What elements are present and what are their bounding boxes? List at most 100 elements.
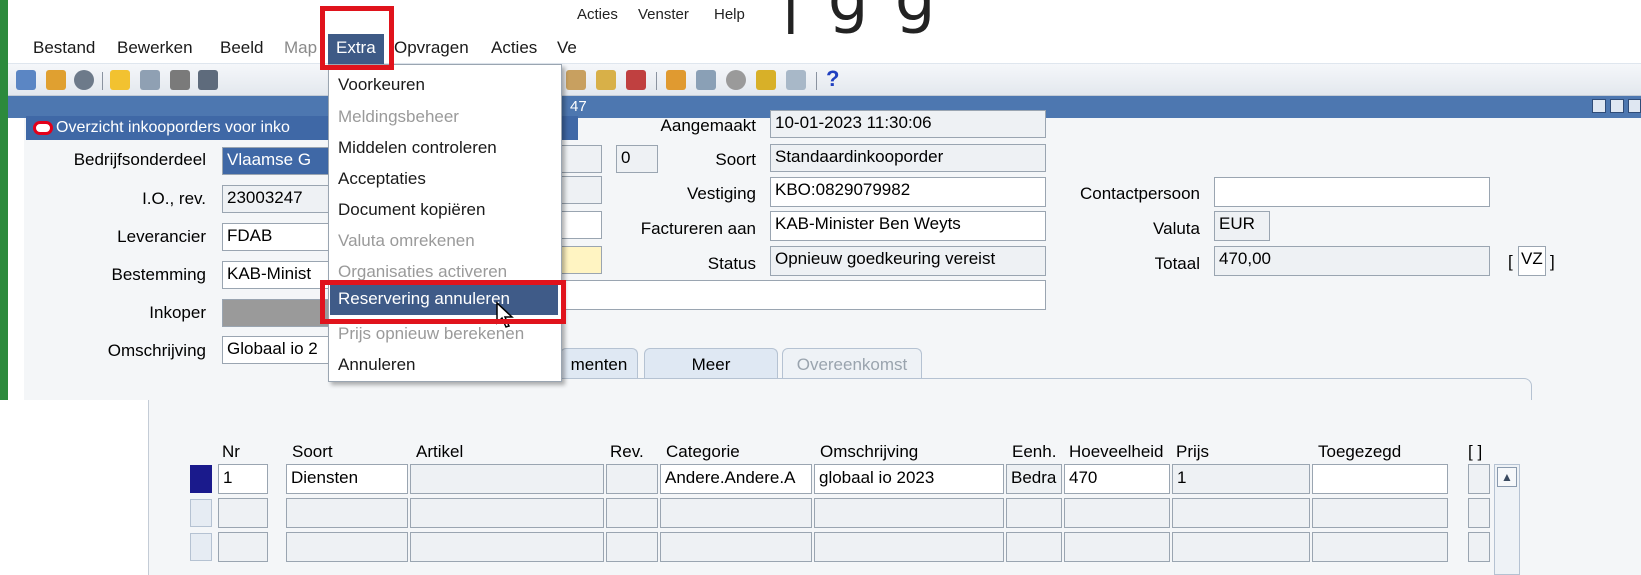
menuitem-document-kopieren[interactable]: Document kopiëren xyxy=(338,200,485,220)
io-field[interactable]: 23003247 xyxy=(222,185,332,213)
cell-eenheid[interactable]: Bedra xyxy=(1006,464,1062,494)
empty-cell[interactable] xyxy=(660,498,812,528)
row-indicator-empty[interactable] xyxy=(190,533,212,561)
row-indicator-empty[interactable] xyxy=(190,499,212,527)
translations-icon[interactable] xyxy=(726,70,746,90)
folder-tools-icon[interactable] xyxy=(786,70,806,90)
empty-cell[interactable] xyxy=(606,498,658,528)
empty-cell[interactable] xyxy=(1468,498,1490,528)
contactpersoon-field[interactable] xyxy=(1214,177,1490,207)
menu-venster[interactable]: Ve xyxy=(557,38,577,58)
bestemming-field[interactable]: KAB-Minist xyxy=(222,261,332,289)
menuitem-valuta-omrekenen[interactable]: Valuta omrekenen xyxy=(338,231,475,251)
empty-cell[interactable] xyxy=(1064,532,1170,562)
save-icon[interactable] xyxy=(110,70,130,90)
tab-content-frame xyxy=(560,378,1532,400)
cell-omschrijving[interactable]: globaal io 2023 xyxy=(814,464,1004,494)
partial-field-3[interactable] xyxy=(560,246,602,274)
close-icon[interactable] xyxy=(1628,99,1641,113)
menu-bestand[interactable]: Bestand xyxy=(33,38,95,58)
attachments-icon[interactable] xyxy=(756,70,776,90)
menuitem-voorkeuren[interactable]: Voorkeuren xyxy=(338,75,425,95)
top-menu-venster[interactable]: Venster xyxy=(638,6,689,23)
print-icon[interactable] xyxy=(170,70,190,90)
menu-bewerken[interactable]: Bewerken xyxy=(117,38,193,58)
leverancier-field[interactable]: FDAB xyxy=(222,223,332,251)
zoom-icon[interactable] xyxy=(696,70,716,90)
menuitem-acceptaties[interactable]: Acceptaties xyxy=(338,169,426,189)
row-indicator[interactable] xyxy=(190,465,212,493)
empty-cell[interactable] xyxy=(606,532,658,562)
totaal-field[interactable]: 470,00 xyxy=(1214,246,1490,276)
vz-field[interactable]: VZ xyxy=(1518,246,1546,276)
cell-prijs[interactable]: 1 xyxy=(1172,464,1310,494)
tab-meer[interactable]: Meer xyxy=(644,348,778,378)
menu-opvragen[interactable]: Opvragen xyxy=(394,38,469,58)
cell-toegezegd[interactable] xyxy=(1312,464,1448,494)
empty-cell[interactable] xyxy=(1172,532,1310,562)
empty-cell[interactable] xyxy=(814,498,1004,528)
empty-cell[interactable] xyxy=(218,498,268,528)
vestiging-field[interactable]: KBO:0829079982 xyxy=(770,177,1046,207)
partial-field-2[interactable] xyxy=(560,211,602,239)
factureren-field[interactable]: KAB-Minister Ben Weyts xyxy=(770,211,1046,241)
bedrijfsonderdeel-field[interactable]: Vlaamse G xyxy=(222,147,332,175)
scroll-up-icon[interactable]: ▲ xyxy=(1497,467,1517,487)
find-icon[interactable] xyxy=(46,70,66,90)
edit-field-icon[interactable] xyxy=(666,70,686,90)
menu-beeld[interactable]: Beeld xyxy=(220,38,263,58)
cell-flex[interactable] xyxy=(1468,464,1490,494)
menuitem-organisaties-activeren[interactable]: Organisaties activeren xyxy=(338,262,507,282)
rev-prefix-field[interactable] xyxy=(560,145,602,173)
empty-cell[interactable] xyxy=(1312,532,1448,562)
new-record-icon[interactable] xyxy=(16,70,36,90)
help-icon[interactable]: ? xyxy=(826,66,839,92)
menu-acties[interactable]: Acties xyxy=(491,38,537,58)
empty-cell[interactable] xyxy=(1312,498,1448,528)
empty-cell[interactable] xyxy=(1006,532,1062,562)
paste-icon[interactable] xyxy=(566,70,586,90)
rev-field[interactable]: 0 xyxy=(616,145,658,173)
close-form-icon[interactable] xyxy=(198,70,218,90)
inkoper-field[interactable] xyxy=(222,299,332,327)
col-nr: Nr xyxy=(222,442,240,461)
edit-icon[interactable] xyxy=(596,70,616,90)
cell-soort[interactable]: Diensten xyxy=(286,464,408,494)
switch-resp-icon[interactable] xyxy=(140,70,160,90)
valuta-field[interactable]: EUR xyxy=(1214,211,1270,241)
tab-documenten[interactable]: menten xyxy=(560,348,638,378)
navigator-icon[interactable] xyxy=(74,70,94,90)
tab-overeenkomst[interactable]: Overeenkomst xyxy=(782,348,922,378)
empty-cell[interactable] xyxy=(1064,498,1170,528)
maximize-icon[interactable] xyxy=(1610,99,1624,113)
empty-cell[interactable] xyxy=(410,532,604,562)
menu-map[interactable]: Map xyxy=(284,38,317,58)
empty-cell[interactable] xyxy=(1468,532,1490,562)
cell-categorie[interactable]: Andere.Andere.A xyxy=(660,464,812,494)
cell-artikel[interactable] xyxy=(410,464,604,494)
empty-cell[interactable] xyxy=(1172,498,1310,528)
cell-hoeveelheid[interactable]: 470 xyxy=(1064,464,1170,494)
empty-cell[interactable] xyxy=(814,532,1004,562)
empty-cell[interactable] xyxy=(660,532,812,562)
top-menu-acties[interactable]: Acties xyxy=(577,6,618,23)
cell-rev[interactable] xyxy=(606,464,658,494)
empty-cell[interactable] xyxy=(286,498,408,528)
empty-cell[interactable] xyxy=(218,532,268,562)
minimize-icon[interactable] xyxy=(1592,99,1606,113)
menuitem-meldingsbeheer[interactable]: Meldingsbeheer xyxy=(338,107,459,127)
menuitem-middelen-controleren[interactable]: Middelen controleren xyxy=(338,138,497,158)
cell-nr[interactable]: 1 xyxy=(218,464,268,494)
empty-cell[interactable] xyxy=(1006,498,1062,528)
menuitem-annuleren[interactable]: Annuleren xyxy=(338,355,416,375)
clear-record-icon[interactable] xyxy=(626,70,646,90)
partial-field-1[interactable] xyxy=(560,176,602,204)
empty-cell[interactable] xyxy=(286,532,408,562)
empty-cell[interactable] xyxy=(410,498,604,528)
aangemaakt-field[interactable]: 10-01-2023 11:30:06 xyxy=(770,110,1046,138)
soort-field[interactable]: Standaardinkooporder xyxy=(770,144,1046,172)
omschrijving-long-field[interactable] xyxy=(560,280,1046,310)
status-field[interactable]: Opnieuw goedkeuring vereist xyxy=(770,246,1046,276)
top-menu-help[interactable]: Help xyxy=(714,6,745,23)
omschrijving-field[interactable]: Globaal io 2 xyxy=(222,336,332,364)
